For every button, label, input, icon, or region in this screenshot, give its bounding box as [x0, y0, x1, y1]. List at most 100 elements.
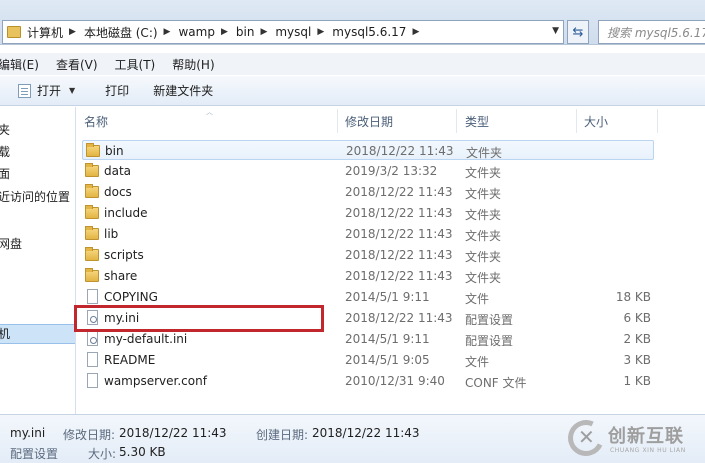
file-size-cell: 3 KB [623, 353, 651, 367]
file-name-cell: README [104, 353, 156, 367]
address-bar-row: 计算机 ▶ 本地磁盘 (C:) ▶ wamp ▶ bin ▶ mysql ▶ m… [0, 0, 705, 45]
table-row[interactable]: docs 2018/12/22 11:43 文件夹 [82, 182, 654, 202]
folder-icon [85, 247, 99, 261]
file-name-cell: data [104, 164, 132, 178]
refresh-button[interactable]: ⇆ [567, 20, 589, 44]
file-name-cell: COPYING [104, 290, 158, 304]
menu-tools[interactable]: 工具(T) [115, 56, 156, 73]
print-button[interactable]: 打印 [105, 82, 129, 99]
chevron-right-icon[interactable]: ▶ [317, 27, 324, 37]
highlight-annotation-box [74, 305, 324, 332]
breadcrumb-computer[interactable]: 计算机 [27, 24, 63, 41]
modified-date-cell: 2018/12/22 11:43 [346, 144, 454, 158]
column-divider[interactable] [456, 109, 457, 133]
modified-date-cell: 2019/3/2 13:32 [345, 164, 438, 178]
details-type-value: 配置设置 [10, 447, 59, 461]
menu-view[interactable]: 查看(V) [56, 56, 98, 73]
details-modified-label: 修改日期: [63, 428, 116, 442]
modified-date-cell: 2018/12/22 11:43 [345, 311, 453, 325]
folder-icon [86, 143, 100, 157]
file-name-cell: share [104, 269, 138, 283]
modified-date-cell: 2014/5/1 9:11 [345, 290, 430, 304]
watermark-logo: ✕ 创新互联 CHUANG XIN HU LIAN [562, 414, 702, 462]
nav-item-downloads[interactable]: 载 [0, 143, 10, 160]
breadcrumb-bin[interactable]: bin [236, 25, 255, 39]
nav-item-desktop[interactable]: 面 [0, 165, 10, 182]
menu-edit[interactable]: 编辑(E) [0, 56, 39, 73]
file-type-cell: 文件夹 [465, 208, 502, 222]
refresh-icon: ⇆ [572, 24, 584, 40]
table-row[interactable]: scripts 2018/12/22 11:43 文件夹 [82, 245, 654, 265]
file-name-cell: include [104, 206, 148, 220]
address-dropdown-icon[interactable]: ▼ [552, 26, 559, 36]
file-type-cell: 配置设置 [465, 313, 514, 327]
menu-bar: 编辑(E) 查看(V) 工具(T) 帮助(H) [0, 53, 705, 75]
table-row[interactable]: COPYING 2014/5/1 9:11 文件 18 KB [82, 287, 654, 307]
file-name-cell: scripts [104, 248, 144, 262]
toolbar: 打开 ▼ 打印 新建文件夹 [0, 76, 705, 106]
folder-icon [85, 163, 99, 177]
column-divider[interactable] [657, 109, 658, 133]
table-row[interactable]: my-default.ini 2014/5/1 9:11 配置设置 2 KB [82, 329, 654, 349]
nav-item-netdisk[interactable]: 网盘 [0, 235, 22, 252]
column-header-modified[interactable]: 修改日期 [345, 113, 393, 130]
details-pane: my.ini 修改日期: 2018/12/22 11:43 创建日期: 2018… [0, 414, 705, 463]
folder-icon [85, 226, 99, 240]
file-name-cell: bin [105, 144, 124, 158]
file-type-cell: 文件夹 [465, 166, 502, 180]
table-row[interactable]: README 2014/5/1 9:05 文件 3 KB [82, 350, 654, 370]
folder-icon [85, 268, 99, 282]
table-row[interactable]: bin 2018/12/22 11:43 文件夹 [82, 140, 654, 160]
table-row[interactable]: share 2018/12/22 11:43 文件夹 [82, 266, 654, 286]
column-divider[interactable] [337, 109, 338, 133]
folder-icon [7, 26, 21, 38]
modified-date-cell: 2018/12/22 11:43 [345, 185, 453, 199]
column-header-name[interactable]: 名称 [84, 113, 108, 130]
file-icon [87, 352, 98, 367]
table-row[interactable]: lib 2018/12/22 11:43 文件夹 [82, 224, 654, 244]
search-input[interactable]: 搜索 mysql5.6.17 [598, 20, 705, 44]
nav-item-favorites[interactable]: 夹 [0, 121, 10, 138]
chevron-right-icon[interactable]: ▶ [412, 27, 419, 37]
modified-date-cell: 2018/12/22 11:43 [345, 269, 453, 283]
address-bar[interactable]: 计算机 ▶ 本地磁盘 (C:) ▶ wamp ▶ bin ▶ mysql ▶ m… [2, 20, 564, 44]
file-name-cell: wampserver.conf [104, 374, 207, 388]
chevron-right-icon[interactable]: ▶ [69, 27, 76, 37]
open-file-icon [18, 83, 31, 98]
breadcrumb-mysql[interactable]: mysql [275, 25, 311, 39]
breadcrumb-wamp[interactable]: wamp [178, 25, 214, 39]
chevron-right-icon[interactable]: ▶ [260, 27, 267, 37]
modified-date-cell: 2010/12/31 9:40 [345, 374, 445, 388]
table-row[interactable]: wampserver.conf 2010/12/31 9:40 CONF 文件 1 K… [82, 371, 654, 391]
column-header-type[interactable]: 类型 [465, 113, 489, 130]
details-size-value: 5.30 KB [119, 445, 166, 459]
breadcrumb-local-disk[interactable]: 本地磁盘 (C:) [84, 24, 158, 41]
column-divider[interactable] [576, 109, 577, 133]
open-button[interactable]: 打开 ▼ [18, 82, 75, 99]
column-header-size[interactable]: 大小 [584, 113, 608, 130]
chevron-right-icon[interactable]: ▶ [164, 27, 171, 37]
file-type-cell: 配置设置 [465, 334, 514, 348]
table-row[interactable]: include 2018/12/22 11:43 文件夹 [82, 203, 654, 223]
details-created-label: 创建日期: [256, 428, 309, 442]
file-type-cell: 文件夹 [465, 229, 502, 243]
file-type-cell: CONF 文件 [465, 376, 527, 390]
details-modified-value: 2018/12/22 11:43 [119, 426, 227, 440]
chevron-right-icon[interactable]: ▶ [221, 27, 228, 37]
modified-date-cell: 2014/5/1 9:05 [345, 353, 430, 367]
file-type-cell: 文件夹 [466, 146, 503, 160]
table-row[interactable]: data 2019/3/2 13:32 文件夹 [82, 161, 654, 181]
file-size-cell: 1 KB [623, 374, 651, 388]
dropdown-caret-icon[interactable]: ▼ [69, 86, 75, 95]
menu-help[interactable]: 帮助(H) [172, 56, 214, 73]
folder-icon [85, 205, 99, 219]
nav-item-recent-places[interactable]: 近访问的位置 [0, 188, 70, 205]
nav-item-computer[interactable]: 机 [0, 324, 75, 344]
new-folder-button[interactable]: 新建文件夹 [153, 82, 213, 99]
breadcrumb-mysql5617[interactable]: mysql5.6.17 [332, 25, 406, 39]
details-size-label: 大小: [88, 447, 117, 461]
details-created-value: 2018/12/22 11:43 [312, 426, 420, 440]
file-type-cell: 文件 [465, 355, 490, 369]
file-name-cell: my-default.ini [104, 332, 188, 346]
file-type-cell: 文件夹 [465, 271, 502, 285]
